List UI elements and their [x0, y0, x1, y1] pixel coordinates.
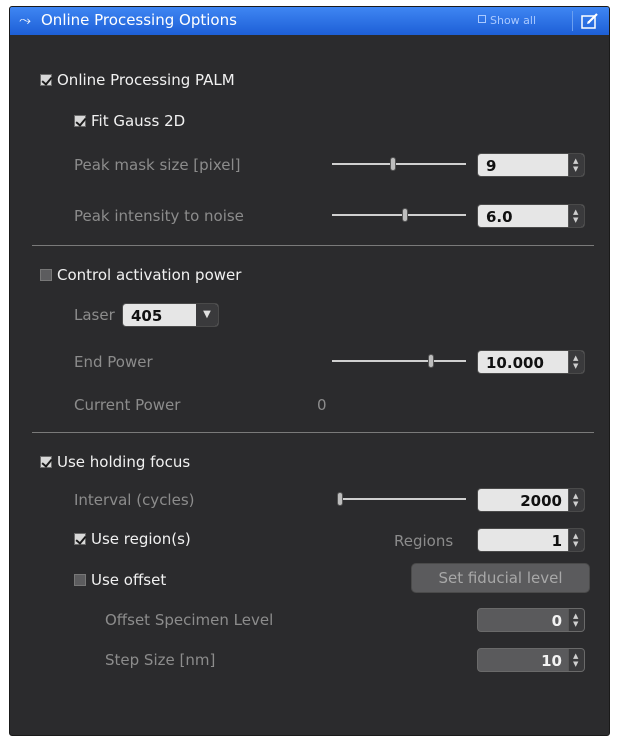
- panel-title: Online Processing Options: [41, 11, 237, 29]
- online-processing-palm-label: Online Processing PALM: [57, 71, 235, 89]
- regions-label: Regions: [394, 532, 454, 550]
- slider-track: [332, 360, 466, 362]
- spinbox-arrows[interactable]: ▲ ▼: [568, 529, 584, 551]
- spinbox-value: 10: [541, 652, 562, 670]
- spin-down-icon[interactable]: ▼: [573, 661, 578, 668]
- spin-down-icon[interactable]: ▼: [573, 501, 578, 508]
- use-holding-focus-label: Use holding focus: [57, 453, 191, 471]
- regions-spinbox[interactable]: 1 ▲ ▼: [477, 528, 585, 552]
- slider-track: [332, 163, 466, 165]
- spin-up-icon[interactable]: ▲: [573, 355, 578, 362]
- show-all-label: Show all: [490, 14, 537, 27]
- end-power-slider[interactable]: [332, 354, 466, 368]
- peak-mask-size-slider[interactable]: [332, 157, 466, 171]
- use-offset-checkbox[interactable]: [74, 574, 86, 586]
- spinbox-arrows[interactable]: ▲ ▼: [568, 205, 584, 227]
- fit-gauss-2d-label: Fit Gauss 2D: [91, 112, 186, 130]
- spin-up-icon[interactable]: ▲: [573, 493, 578, 500]
- end-power-label: End Power: [74, 353, 153, 371]
- spin-up-icon[interactable]: ▲: [573, 533, 578, 540]
- use-regions-checkbox[interactable]: [74, 533, 86, 545]
- control-activation-power-label: Control activation power: [57, 266, 242, 284]
- end-power-spinbox[interactable]: 10.000 ▲ ▼: [477, 350, 585, 374]
- laser-value: 405: [131, 307, 163, 325]
- dropdown-arrow-icon[interactable]: ▼: [196, 304, 218, 326]
- interval-cycles-label: Interval (cycles): [74, 491, 195, 509]
- spin-down-icon[interactable]: ▼: [573, 363, 578, 370]
- slider-track: [337, 498, 466, 500]
- use-offset-label: Use offset: [91, 571, 167, 589]
- spinbox-value: 0: [551, 612, 562, 630]
- peak-intensity-label: Peak intensity to noise: [74, 207, 244, 225]
- spinbox-arrows[interactable]: ▲ ▼: [568, 154, 584, 176]
- use-holding-focus-checkbox[interactable]: [40, 456, 52, 468]
- laser-label: Laser: [74, 306, 115, 324]
- online-processing-palm-checkbox[interactable]: [40, 74, 52, 86]
- use-regions-label: Use region(s): [91, 530, 191, 548]
- set-fiducial-level-button[interactable]: Set fiducial level: [411, 563, 590, 593]
- spin-down-icon[interactable]: ▼: [573, 166, 578, 173]
- expand-arrow-icon[interactable]: ⤳: [19, 11, 31, 29]
- spin-down-icon[interactable]: ▼: [573, 621, 578, 628]
- panel-title-bar[interactable]: ⤳ Online Processing Options Show all: [10, 7, 609, 35]
- interval-cycles-slider[interactable]: [337, 492, 466, 506]
- current-power-label: Current Power: [74, 396, 181, 414]
- laser-dropdown[interactable]: 405 ▼: [122, 303, 219, 327]
- peak-mask-size-spinbox[interactable]: 9 ▲ ▼: [477, 153, 585, 177]
- spin-up-icon[interactable]: ▲: [573, 209, 578, 216]
- slider-thumb[interactable]: [428, 354, 434, 368]
- control-activation-power-checkbox[interactable]: [40, 269, 52, 281]
- step-size-label: Step Size [nm]: [105, 651, 216, 669]
- online-processing-panel: ⤳ Online Processing Options Show all Onl…: [9, 6, 610, 736]
- spinbox-arrows[interactable]: ▲ ▼: [568, 489, 584, 511]
- peak-intensity-spinbox[interactable]: 6.0 ▲ ▼: [477, 204, 585, 228]
- slider-track: [332, 214, 466, 216]
- spinbox-value: 10.000: [486, 354, 544, 372]
- spinbox-value: 6.0: [486, 208, 513, 226]
- spinbox-value: 2000: [520, 492, 562, 510]
- spin-down-icon[interactable]: ▼: [573, 217, 578, 224]
- interval-cycles-spinbox[interactable]: 2000 ▲ ▼: [477, 488, 585, 512]
- current-power-value: 0: [317, 396, 327, 414]
- show-all-toggle[interactable]: Show all: [478, 14, 536, 27]
- fit-gauss-2d-checkbox[interactable]: [74, 115, 86, 127]
- spinbox-arrows[interactable]: ▲ ▼: [568, 351, 584, 373]
- slider-thumb[interactable]: [337, 492, 343, 506]
- peak-mask-size-label: Peak mask size [pixel]: [74, 156, 241, 174]
- title-separator: [572, 11, 573, 31]
- spinbox-value: 1: [551, 532, 562, 550]
- offset-specimen-level-spinbox[interactable]: 0 ▲ ▼: [477, 608, 585, 632]
- spin-up-icon[interactable]: ▲: [573, 613, 578, 620]
- spinbox-arrows[interactable]: ▲ ▼: [568, 649, 584, 671]
- offset-specimen-level-label: Offset Specimen Level: [105, 611, 274, 629]
- slider-thumb[interactable]: [402, 208, 408, 222]
- spin-down-icon[interactable]: ▼: [573, 541, 578, 548]
- show-all-box-icon: [478, 15, 486, 23]
- spinbox-arrows[interactable]: ▲ ▼: [568, 609, 584, 631]
- edit-window-icon[interactable]: [580, 12, 600, 30]
- slider-thumb[interactable]: [390, 157, 396, 171]
- step-size-spinbox[interactable]: 10 ▲ ▼: [477, 648, 585, 672]
- spin-up-icon[interactable]: ▲: [573, 653, 578, 660]
- peak-intensity-slider[interactable]: [332, 208, 466, 222]
- section-divider: [32, 245, 594, 246]
- section-divider: [32, 432, 594, 433]
- spinbox-value: 9: [486, 157, 497, 175]
- spin-up-icon[interactable]: ▲: [573, 158, 578, 165]
